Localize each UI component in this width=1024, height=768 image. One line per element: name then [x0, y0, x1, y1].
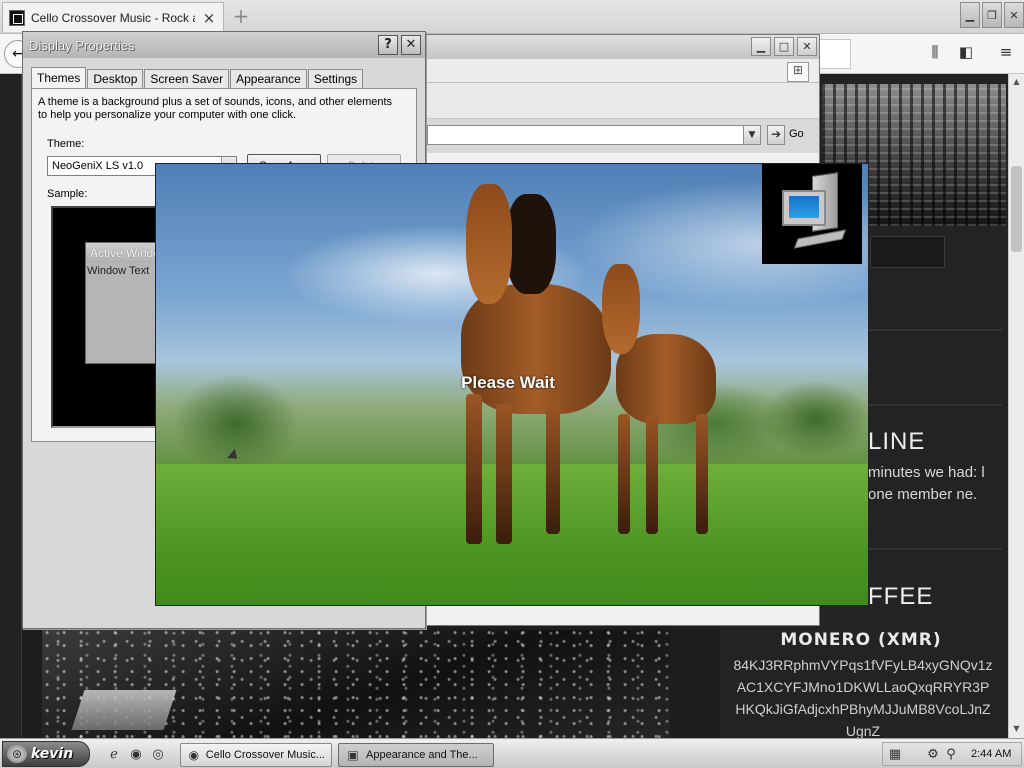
help-button[interactable]: ? [378, 35, 398, 55]
sidebar-search-box[interactable] [870, 236, 945, 268]
monero-title: MONERO (XMR) [780, 630, 942, 650]
tab-screen-saver[interactable]: Screen Saver [144, 69, 230, 88]
tab-appearance[interactable]: Appearance [230, 69, 307, 88]
online-heading: LINE [868, 428, 926, 455]
computer-icon [762, 164, 862, 264]
search-icon[interactable]: ⚲ [943, 747, 959, 763]
please-wait-message: Please Wait [156, 373, 868, 393]
sample-label: Sample: [47, 188, 88, 200]
new-tab-button[interactable]: + [230, 4, 252, 28]
tab-desktop[interactable]: Desktop [87, 69, 144, 88]
task-label: Cello Crossover Music... [205, 749, 325, 761]
cp-close-button[interactable]: ✕ [797, 37, 817, 56]
go-button[interactable]: Go [789, 128, 804, 140]
horse-head [466, 184, 512, 304]
foal-leg [696, 414, 708, 534]
horse-leg [466, 394, 482, 544]
dp-close-button[interactable]: ✕ [401, 35, 421, 55]
control-panel-icon: ▣ [347, 748, 359, 762]
close-button[interactable]: ✕ [1004, 2, 1024, 28]
stadium-building [71, 690, 177, 730]
restore-button[interactable]: ❐ [982, 2, 1002, 28]
browser-tab-bar: Cello Crossover Music - Rock and M × + ▁… [0, 0, 1024, 34]
tab-settings[interactable]: Settings [307, 69, 364, 88]
foal-leg [646, 414, 658, 534]
network-icon[interactable]: ⚙ [925, 747, 941, 763]
pc-keyboard [794, 229, 846, 249]
windows-logo-icon: ⊞ [787, 62, 809, 82]
clock: 2:44 AM [971, 748, 1012, 760]
scroll-thumb[interactable] [1011, 166, 1022, 252]
internet-explorer-icon[interactable]: ℯ [106, 747, 122, 763]
address-dropdown-icon[interactable]: ▼ [743, 125, 761, 145]
library-icon[interactable]: ⫼ [924, 43, 946, 65]
start-logo-icon: ⊛ [7, 745, 27, 763]
dp-titlebar[interactable]: Display Properties ? ✕ [23, 32, 425, 58]
cp-titlebar[interactable]: ▁ □ ✕ [421, 35, 819, 59]
task-label: Appearance and The... [366, 749, 478, 761]
url-bar-end[interactable] [815, 39, 851, 69]
tab-close-icon[interactable]: × [201, 9, 217, 27]
media-player-icon[interactable]: ◎ [150, 747, 166, 763]
task-button-appearance[interactable]: ▣ Appearance and The... [338, 743, 494, 767]
pc-monitor [782, 190, 826, 226]
tab-themes[interactable]: Themes [31, 67, 87, 89]
horse-leg [546, 404, 560, 534]
taskbar: ⊛ kevin ℯ ◉ ◎ ◉ Cello Crossover Music...… [0, 738, 1024, 768]
site-favicon-icon [9, 9, 25, 26]
horse-leg [496, 404, 512, 544]
tab-title: Cello Crossover Music - Rock and M [31, 10, 195, 25]
task-button-browser[interactable]: ◉ Cello Crossover Music... [180, 743, 332, 767]
please-wait-text: Please Wait [461, 373, 555, 392]
online-text: minutes we had: l one member ne. [868, 464, 985, 503]
start-button[interactable]: ⊛ kevin [2, 741, 90, 767]
minimize-button[interactable]: ▁ [960, 2, 980, 28]
cp-maximize-button[interactable]: □ [774, 37, 794, 56]
firefox-icon: ◉ [188, 748, 200, 762]
dp-title: Display Properties [29, 38, 135, 53]
coffee-heading: FFEE [868, 583, 934, 610]
monero-address: 84KJ3RRphmVYPqs1fVFyLB4xyGNQv1zAC1XCYFJM… [733, 657, 993, 739]
browser-tab[interactable]: Cello Crossover Music - Rock and M × [2, 2, 224, 32]
cp-toolbar [421, 83, 819, 119]
splash-grass [156, 464, 868, 605]
start-label: kevin [31, 746, 74, 762]
foal-leg [618, 414, 630, 534]
address-bar[interactable] [427, 125, 761, 145]
system-tray: ▦ ⚙ ⚲ 2:44 AM [882, 742, 1022, 766]
please-wait-splash: Please Wait [155, 163, 869, 606]
page-scrollbar[interactable]: ▲ ▼ [1008, 74, 1024, 738]
horse-mane [506, 194, 556, 294]
theme-description: A theme is a background plus a set of so… [38, 96, 393, 121]
cp-menubar [421, 59, 819, 83]
keyboard-icon[interactable]: ▦ [887, 747, 903, 763]
firefox-quicklaunch-icon[interactable]: ◉ [128, 747, 144, 763]
scroll-up-icon[interactable]: ▲ [1009, 74, 1024, 90]
page-left-edge [0, 74, 22, 738]
go-arrow-icon[interactable]: ➔ [767, 125, 785, 145]
dp-tabs: Themes Desktop Screen Saver Appearance S… [31, 67, 364, 89]
sidebar-icon[interactable]: ◧ [955, 43, 977, 65]
scroll-down-icon[interactable]: ▼ [1009, 721, 1024, 737]
browser-window-controls: ▁ ❐ ✕ [960, 2, 1024, 28]
hamburger-menu-icon[interactable]: ≡ [995, 43, 1017, 65]
foal-head [602, 264, 640, 354]
cp-minimize-button[interactable]: ▁ [751, 37, 771, 56]
theme-label: Theme: [47, 138, 85, 150]
